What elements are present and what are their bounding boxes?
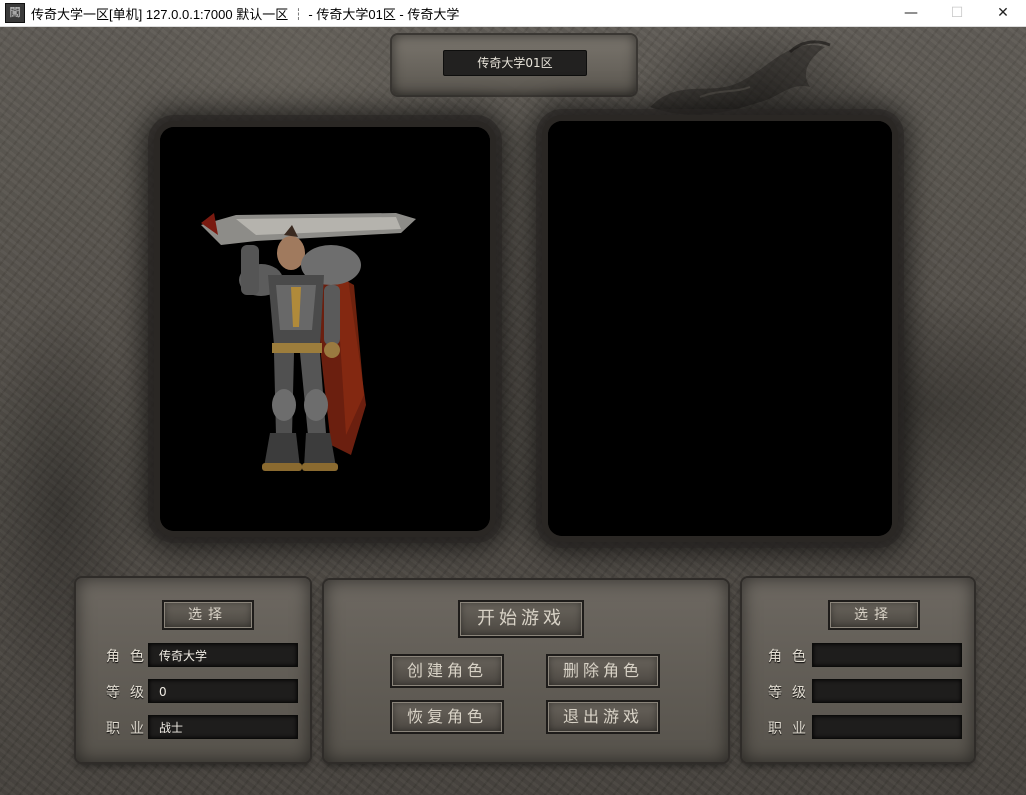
app-icon: 闖 xyxy=(5,3,25,23)
role-value: 传奇大学 xyxy=(148,643,298,667)
stone-background: 传奇大学01区 选择 角色 传奇大学 等级 0 职业 战士 开始游戏 创建角色 … xyxy=(0,27,1026,795)
role-label: 角色 xyxy=(768,649,816,665)
create-character-button[interactable]: 创建角色 xyxy=(390,654,504,688)
title-bar: 闖 传奇大学一区[单机] 127.0.0.1:7000 默认一区 ┆ - 传奇大… xyxy=(0,0,1026,27)
left-character-panel: 选择 角色 传奇大学 等级 0 职业 战士 xyxy=(76,578,310,762)
select-right-button[interactable]: 选择 xyxy=(828,600,920,630)
server-plaque: 传奇大学01区 xyxy=(392,35,636,95)
character-slot-right[interactable] xyxy=(548,121,892,536)
character-slot-left[interactable] xyxy=(160,127,490,531)
class-value xyxy=(812,715,962,739)
minimize-button[interactable]: — xyxy=(888,0,934,26)
window-controls: — ☐ ✕ xyxy=(888,0,1026,26)
role-value xyxy=(812,643,962,667)
action-panel: 开始游戏 创建角色 删除角色 恢复角色 退出游戏 xyxy=(324,580,728,762)
restore-character-button[interactable]: 恢复角色 xyxy=(390,700,504,734)
dragon-carving-icon xyxy=(650,40,831,115)
right-character-panel: 选择 角色 等级 职业 xyxy=(742,578,974,762)
window-title: 传奇大学一区[单机] 127.0.0.1:7000 默认一区 ┆ - 传奇大学0… xyxy=(31,6,460,22)
level-label: 等级 xyxy=(768,685,816,701)
start-game-button[interactable]: 开始游戏 xyxy=(458,600,584,638)
class-label: 职业 xyxy=(768,721,816,737)
level-value xyxy=(812,679,962,703)
level-value: 0 xyxy=(148,679,298,703)
maximize-button[interactable]: ☐ xyxy=(934,0,980,26)
server-name: 传奇大学01区 xyxy=(443,50,587,76)
select-left-button[interactable]: 选择 xyxy=(162,600,254,630)
close-button[interactable]: ✕ xyxy=(980,0,1026,26)
delete-character-button[interactable]: 删除角色 xyxy=(546,654,660,688)
game-window: 闖 传奇大学一区[单机] 127.0.0.1:7000 默认一区 ┆ - 传奇大… xyxy=(0,0,1026,795)
exit-game-button[interactable]: 退出游戏 xyxy=(546,700,660,734)
warrior-character-icon xyxy=(201,213,416,471)
class-value: 战士 xyxy=(148,715,298,739)
